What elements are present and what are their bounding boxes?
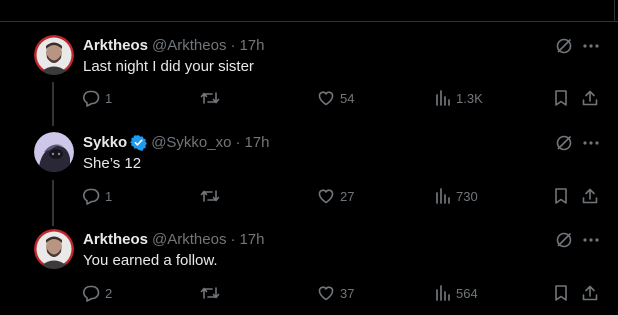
bookmark-button[interactable]	[553, 187, 569, 205]
post-actions: 1 27 730	[0, 187, 618, 207]
reply-count: 2	[105, 285, 113, 301]
like-icon	[318, 286, 334, 301]
bookmark-button[interactable]	[553, 284, 569, 302]
share-icon	[582, 285, 598, 301]
repost-button[interactable]	[200, 90, 220, 106]
views-count: 730	[456, 188, 478, 204]
views-button[interactable]: 564	[435, 284, 478, 302]
avatar[interactable]	[34, 229, 74, 269]
post-header: Arktheos @Arktheos · 17h	[83, 35, 264, 55]
views-count: 1.3K	[456, 90, 483, 106]
bookmark-icon	[555, 188, 567, 204]
share-icon	[582, 188, 598, 204]
views-icon	[436, 188, 450, 204]
reply-icon	[83, 90, 100, 107]
post-text: Last night I did your sister	[83, 58, 254, 75]
views-button[interactable]: 1.3K	[435, 89, 483, 107]
author-handle[interactable]: @Arktheos	[152, 37, 226, 54]
repost-button[interactable]	[200, 285, 220, 301]
like-icon	[318, 189, 334, 204]
separator-dot: ·	[230, 230, 236, 248]
column-border	[614, 0, 615, 21]
timestamp[interactable]: 17h	[239, 231, 264, 248]
author-handle[interactable]: @Arktheos	[152, 231, 226, 248]
grok-icon[interactable]	[555, 231, 573, 249]
share-button[interactable]	[581, 187, 599, 205]
reply-button[interactable]: 2	[82, 284, 112, 302]
like-button[interactable]: 27	[317, 187, 354, 205]
bookmark-button[interactable]	[553, 89, 569, 107]
author-handle[interactable]: @Sykko_xo	[151, 134, 231, 151]
views-button[interactable]: 730	[435, 187, 478, 205]
repost-icon	[200, 190, 220, 202]
reply-icon	[83, 188, 100, 205]
bookmark-icon	[555, 90, 567, 106]
repost-button[interactable]	[200, 188, 220, 204]
previous-post-border	[0, 0, 618, 22]
post-text: She’s 12	[83, 155, 142, 172]
separator-dot: ·	[235, 133, 241, 151]
more-icon[interactable]	[580, 134, 602, 152]
avatar[interactable]	[34, 35, 74, 75]
post-actions: 2 37 564	[0, 284, 618, 304]
author-name[interactable]: Arktheos	[83, 37, 148, 54]
like-icon	[318, 91, 334, 106]
post-header: Sykko @Sykko_xo · 17h	[83, 132, 270, 152]
views-count: 564	[456, 285, 478, 301]
timestamp[interactable]: 17h	[244, 134, 269, 151]
more-icon[interactable]	[580, 231, 602, 249]
repost-icon	[200, 92, 220, 104]
like-count: 37	[340, 285, 355, 301]
share-button[interactable]	[581, 284, 599, 302]
post-text: You earned a follow.	[83, 252, 218, 269]
author-name[interactable]: Arktheos	[83, 231, 148, 248]
verified-badge-icon[interactable]	[130, 134, 148, 151]
grok-icon[interactable]	[555, 37, 573, 55]
timestamp[interactable]: 17h	[239, 37, 264, 54]
reply-button[interactable]: 1	[82, 89, 112, 107]
author-name[interactable]: Sykko	[83, 134, 127, 151]
like-count: 54	[340, 90, 355, 106]
bookmark-icon	[555, 285, 567, 301]
share-button[interactable]	[581, 89, 599, 107]
like-button[interactable]: 37	[317, 284, 354, 302]
separator-dot: ·	[230, 36, 236, 54]
views-icon	[436, 90, 450, 106]
avatar[interactable]	[34, 132, 74, 172]
repost-icon	[200, 287, 220, 299]
reply-button[interactable]: 1	[82, 187, 112, 205]
grok-icon[interactable]	[555, 134, 573, 152]
reply-count: 1	[105, 90, 113, 106]
reply-count: 1	[105, 188, 113, 204]
views-icon	[436, 285, 450, 301]
like-button[interactable]: 54	[317, 89, 354, 107]
share-icon	[582, 90, 598, 106]
reply-icon	[83, 285, 100, 302]
like-count: 27	[340, 188, 355, 204]
post-actions: 1 54 1.3K	[0, 89, 618, 109]
post-header: Arktheos @Arktheos · 17h	[83, 229, 264, 249]
more-icon[interactable]	[580, 37, 602, 55]
